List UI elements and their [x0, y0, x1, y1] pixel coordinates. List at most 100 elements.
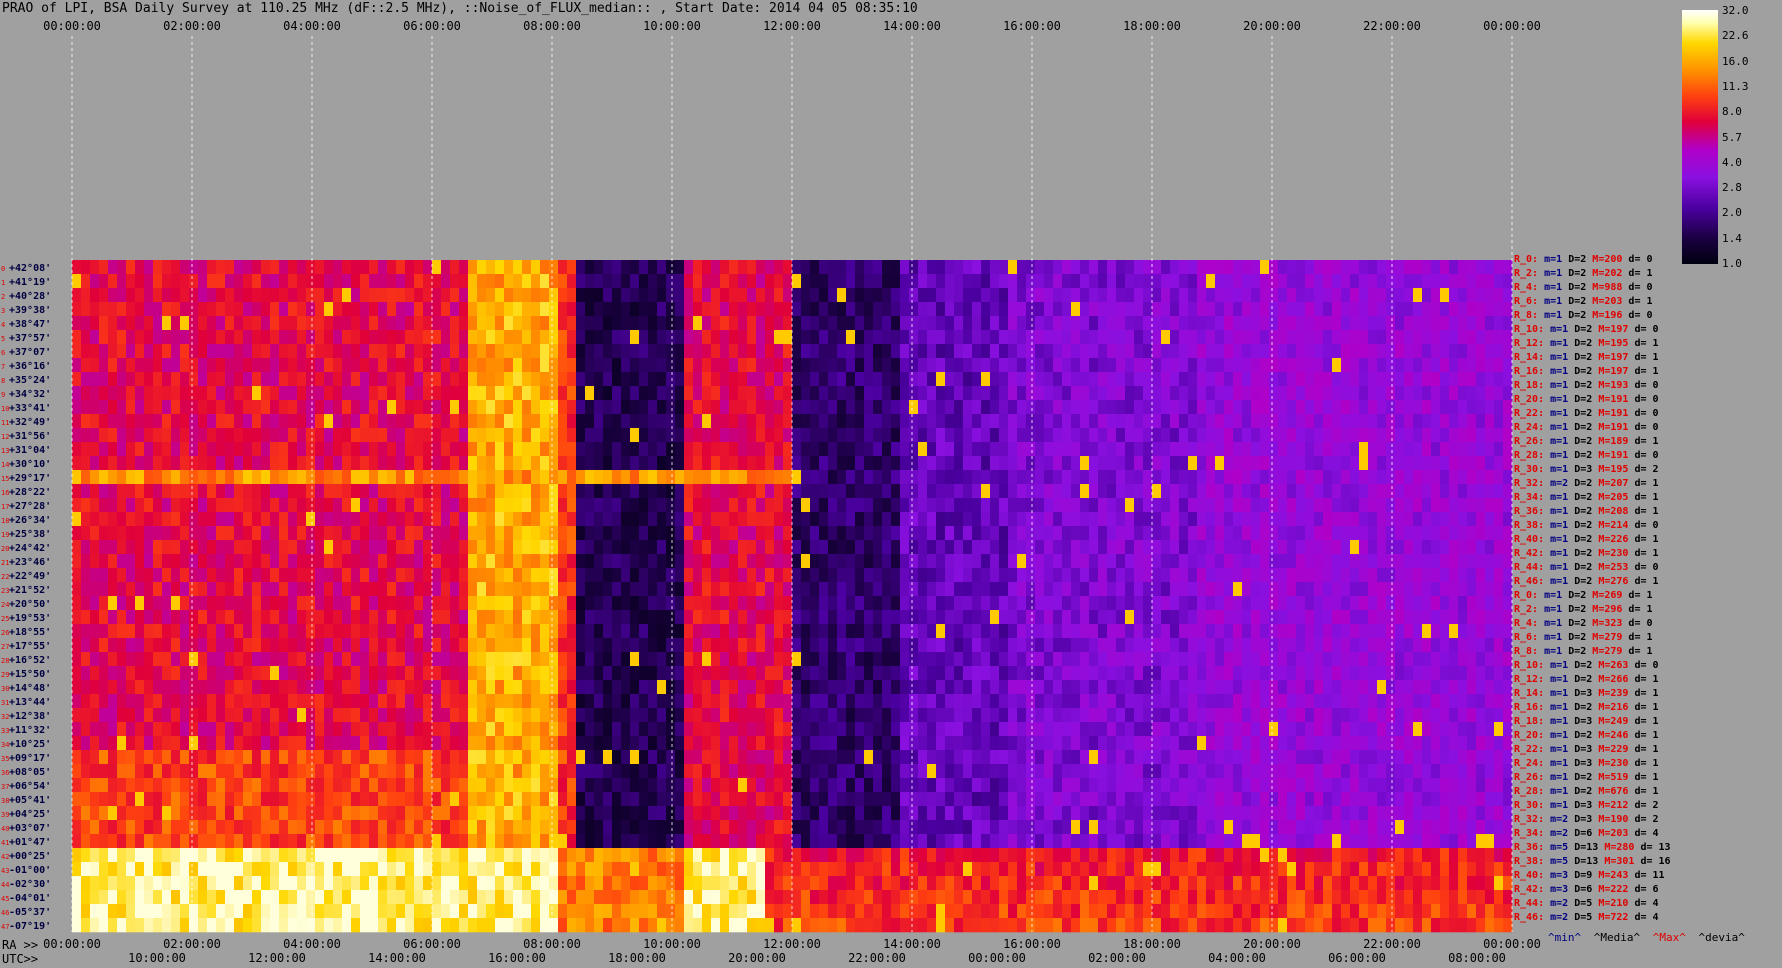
- heatmap-cell: [1044, 666, 1054, 681]
- heatmap-cell: [684, 386, 694, 401]
- heatmap-cell: [1080, 344, 1090, 359]
- heatmap-cell: [1053, 386, 1063, 401]
- heatmap-cell: [423, 372, 433, 387]
- heatmap-cell: [774, 386, 784, 401]
- heatmap-cell: [297, 330, 307, 345]
- heatmap-cell: [99, 288, 109, 303]
- heatmap-cell: [873, 260, 883, 275]
- heatmap-cell: [891, 498, 901, 513]
- heatmap-cell: [1260, 330, 1270, 345]
- heatmap-cell: [1413, 400, 1423, 415]
- heatmap-cell: [1422, 274, 1432, 289]
- heatmap-cell: [1089, 540, 1099, 555]
- heatmap-cell: [225, 498, 235, 513]
- heatmap-cell: [468, 358, 478, 373]
- heatmap-cell: [864, 610, 874, 625]
- heatmap-cell: [846, 554, 856, 569]
- heatmap-cell: [1242, 414, 1252, 429]
- heatmap-cell: [396, 330, 406, 345]
- heatmap-cell: [675, 386, 685, 401]
- heatmap-cell: [1395, 638, 1405, 653]
- heatmap-cell: [468, 260, 478, 275]
- heatmap-cell: [1395, 512, 1405, 527]
- heatmap-cell: [1233, 260, 1243, 275]
- heatmap-cell: [243, 330, 253, 345]
- heatmap-cell: [1269, 638, 1279, 653]
- heatmap-cell: [873, 302, 883, 317]
- heatmap-cell: [522, 512, 532, 527]
- heatmap-cell: [1503, 652, 1513, 667]
- heatmap-cell: [792, 330, 802, 345]
- heatmap-cell: [873, 442, 883, 457]
- heatmap-cell: [315, 344, 325, 359]
- heatmap-cell: [747, 372, 757, 387]
- heatmap-cell: [1125, 554, 1135, 569]
- heatmap-cell: [567, 456, 577, 471]
- heatmap-cell: [72, 442, 82, 457]
- heatmap-cell: [1053, 540, 1063, 555]
- heatmap-cell: [1314, 316, 1324, 331]
- heatmap-cell: [1314, 624, 1324, 639]
- heatmap-cell: [1377, 498, 1387, 513]
- heatmap-cell: [702, 316, 712, 331]
- heatmap-cell: [1422, 624, 1432, 639]
- heatmap-cell: [1206, 456, 1216, 471]
- heatmap-cell: [351, 358, 361, 373]
- heatmap-cell: [603, 638, 613, 653]
- heatmap-cell: [513, 260, 523, 275]
- heatmap-cell: [720, 652, 730, 667]
- heatmap-cell: [738, 274, 748, 289]
- heatmap-cell: [954, 582, 964, 597]
- heatmap-cell: [747, 526, 757, 541]
- heatmap-cell: [450, 526, 460, 541]
- heatmap-cell: [1287, 680, 1297, 695]
- heatmap-cell: [1197, 330, 1207, 345]
- heatmap-cell: [270, 442, 280, 457]
- heatmap-cell: [1008, 512, 1018, 527]
- heatmap-cell: [279, 652, 289, 667]
- heatmap-cell: [288, 330, 298, 345]
- heatmap-cell: [1044, 484, 1054, 499]
- heatmap-cell: [1422, 484, 1432, 499]
- heatmap-cell: [72, 288, 82, 303]
- heatmap-cell: [1125, 526, 1135, 541]
- heatmap-cell: [1179, 652, 1189, 667]
- heatmap-cell: [306, 372, 316, 387]
- heatmap-cell: [1341, 610, 1351, 625]
- heatmap-cell: [441, 386, 451, 401]
- heatmap-cell: [981, 372, 991, 387]
- heatmap-cell: [720, 344, 730, 359]
- heatmap-cell: [297, 526, 307, 541]
- heatmap-cell: [630, 540, 640, 555]
- heatmap-cell: [432, 582, 442, 597]
- heatmap-cell: [540, 316, 550, 331]
- heatmap-cell: [126, 610, 136, 625]
- heatmap-cell: [738, 316, 748, 331]
- heatmap-cell: [378, 372, 388, 387]
- heatmap-cell: [1260, 610, 1270, 625]
- heatmap-cell: [1197, 260, 1207, 275]
- heatmap-cell: [234, 638, 244, 653]
- heatmap-cell: [648, 680, 658, 695]
- heatmap-cell: [1026, 582, 1036, 597]
- heatmap-cell: [1107, 484, 1117, 499]
- heatmap-cell: [468, 498, 478, 513]
- heatmap-cell: [513, 526, 523, 541]
- heatmap-cell: [783, 498, 793, 513]
- heatmap-cell: [1476, 512, 1486, 527]
- heatmap-cell: [216, 470, 226, 485]
- heatmap-cell: [972, 680, 982, 695]
- heatmap-cell: [603, 484, 613, 499]
- heatmap-cell: [324, 624, 334, 639]
- heatmap-cell: [1440, 442, 1450, 457]
- heatmap-cell: [450, 302, 460, 317]
- heatmap-cell: [1278, 554, 1288, 569]
- heatmap-cell: [180, 582, 190, 597]
- heatmap-cell: [1134, 400, 1144, 415]
- heatmap-cell: [882, 358, 892, 373]
- heatmap-cell: [315, 498, 325, 513]
- heatmap-cell: [1395, 568, 1405, 583]
- heatmap-cell: [702, 680, 712, 695]
- heatmap-cell: [477, 442, 487, 457]
- heatmap-cell: [513, 638, 523, 653]
